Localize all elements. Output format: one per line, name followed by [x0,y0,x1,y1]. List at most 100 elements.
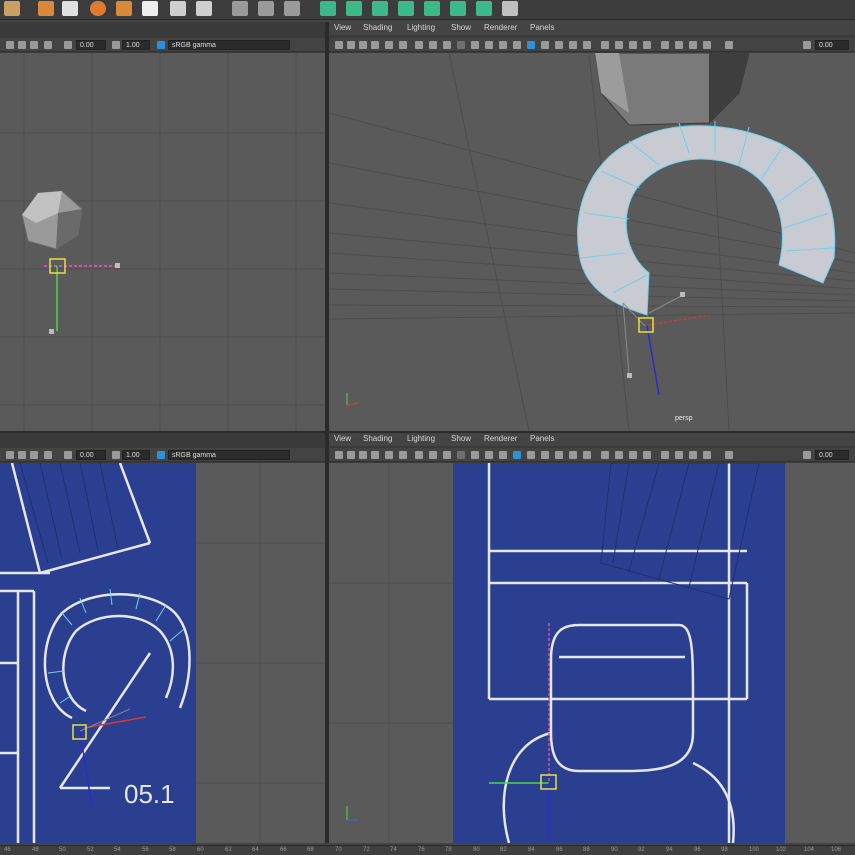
field-chart-icon[interactable] [471,451,479,459]
menu-show[interactable]: Show [451,434,471,443]
xray-icon[interactable] [44,451,52,459]
mesh-object[interactable] [21,190,83,250]
xray-joints-icon[interactable] [689,451,697,459]
smooth-icon[interactable] [398,1,414,16]
textured-icon[interactable] [555,451,563,459]
torus-icon[interactable] [142,1,158,16]
gamma-icon[interactable] [112,41,120,49]
depth-of-field-icon[interactable] [643,41,651,49]
menu-show[interactable]: Show [451,23,471,32]
extrude-icon[interactable] [196,1,212,16]
color-management-icon[interactable] [157,451,165,459]
cylinder-icon[interactable] [116,1,132,16]
image-plane-icon[interactable] [371,41,379,49]
isolate-select-icon[interactable] [661,451,669,459]
film-gate-icon[interactable] [6,41,14,49]
time-slider[interactable]: 46 48 50 52 54 56 58 60 62 64 66 68 70 72 74 76 78 80 82 84… [0,845,855,855]
resolution-gate-icon[interactable] [443,451,451,459]
smooth-shade-icon[interactable] [527,451,535,459]
bookmark-icon[interactable] [359,451,367,459]
wireframe-icon[interactable] [30,451,38,459]
exposure-icon[interactable] [725,451,733,459]
textured-icon[interactable] [555,41,563,49]
exposure-field[interactable]: 0.00 [76,450,106,460]
sphere-icon[interactable] [90,1,106,16]
pen-tool-icon[interactable] [232,1,248,16]
anti-aliasing-icon[interactable] [629,41,637,49]
plane-icon[interactable] [62,1,78,16]
menu-shading[interactable]: Shading [363,23,392,32]
bevel-icon[interactable] [258,1,274,16]
shadows-icon[interactable] [583,451,591,459]
default-material-icon[interactable] [541,451,549,459]
menu-panels[interactable]: Panels [530,23,554,32]
two-d-pan-icon[interactable] [385,41,393,49]
menu-lighting[interactable]: Lighting [407,434,435,443]
gamma-field[interactable]: 1.00 [122,450,150,460]
menu-view[interactable]: View [334,434,351,443]
gamma-icon[interactable] [112,451,120,459]
ring-mesh[interactable] [577,121,836,316]
gamma-field[interactable]: 1.00 [122,40,150,50]
xray-joints-icon[interactable] [689,41,697,49]
color-space-dropdown[interactable]: sRGB gamma [168,40,290,50]
grid-toggle-icon[interactable] [415,41,423,49]
menu-panels[interactable]: Panels [530,434,554,443]
camera-icon[interactable] [335,41,343,49]
wireframe-icon[interactable] [513,451,521,459]
resolution-gate-icon[interactable] [18,451,26,459]
isolate-select-icon[interactable] [661,41,669,49]
xray-components-icon[interactable] [703,41,711,49]
viewport-perspective[interactable]: persp [329,53,855,431]
exposure-icon-secondary[interactable] [803,451,811,459]
viewport-side[interactable] [329,463,855,843]
lock-camera-icon[interactable] [347,41,355,49]
bridge-icon[interactable] [284,1,300,16]
motion-blur-icon[interactable] [615,451,623,459]
combine-icon[interactable] [320,1,336,16]
two-d-pan-icon[interactable] [385,451,393,459]
lights-icon[interactable] [569,451,577,459]
gate-mask-icon[interactable] [457,41,465,49]
grease-pencil-icon[interactable] [399,451,407,459]
ambient-occlusion-icon[interactable] [601,41,609,49]
xray-components-icon[interactable] [703,451,711,459]
grease-pencil-icon[interactable] [399,41,407,49]
exposure-icon[interactable] [725,41,733,49]
lights-icon[interactable] [569,41,577,49]
merge-icon[interactable] [424,1,440,16]
shadows-icon[interactable] [583,41,591,49]
cylinder-mesh[interactable] [594,53,750,126]
boolean-icon[interactable] [372,1,388,16]
safe-action-icon[interactable] [485,451,493,459]
exposure-field[interactable]: 0.00 [76,40,106,50]
resolution-gate-icon[interactable] [443,41,451,49]
image-plane-icon[interactable] [371,451,379,459]
exposure-icon[interactable] [64,41,72,49]
cube-icon[interactable] [38,1,54,16]
menu-renderer[interactable]: Renderer [484,23,517,32]
xray-icon[interactable] [675,41,683,49]
viewport-front[interactable]: 05.1 [0,463,325,843]
film-gate-icon[interactable] [429,41,437,49]
field-chart-icon[interactable] [471,41,479,49]
grid-icon[interactable] [170,1,186,16]
checker-icon[interactable] [450,1,466,16]
resolution-gate-icon[interactable] [18,41,26,49]
wireframe-icon[interactable] [30,41,38,49]
exposure-icon[interactable] [64,451,72,459]
exposure-icon-secondary[interactable] [803,41,811,49]
viewport-top-left[interactable] [0,53,325,431]
exposure-field[interactable]: 0.00 [815,450,849,460]
default-material-icon[interactable] [541,41,549,49]
gate-mask-icon[interactable] [457,451,465,459]
mirror-icon[interactable] [476,1,492,16]
film-gate-icon[interactable] [6,451,14,459]
safe-title-icon[interactable] [499,451,507,459]
menu-view[interactable]: View [334,23,351,32]
menu-renderer[interactable]: Renderer [484,434,517,443]
motion-blur-icon[interactable] [615,41,623,49]
safe-title-icon[interactable] [499,41,507,49]
color-space-dropdown[interactable]: sRGB gamma [168,450,290,460]
smooth-shade-icon[interactable] [527,41,535,49]
